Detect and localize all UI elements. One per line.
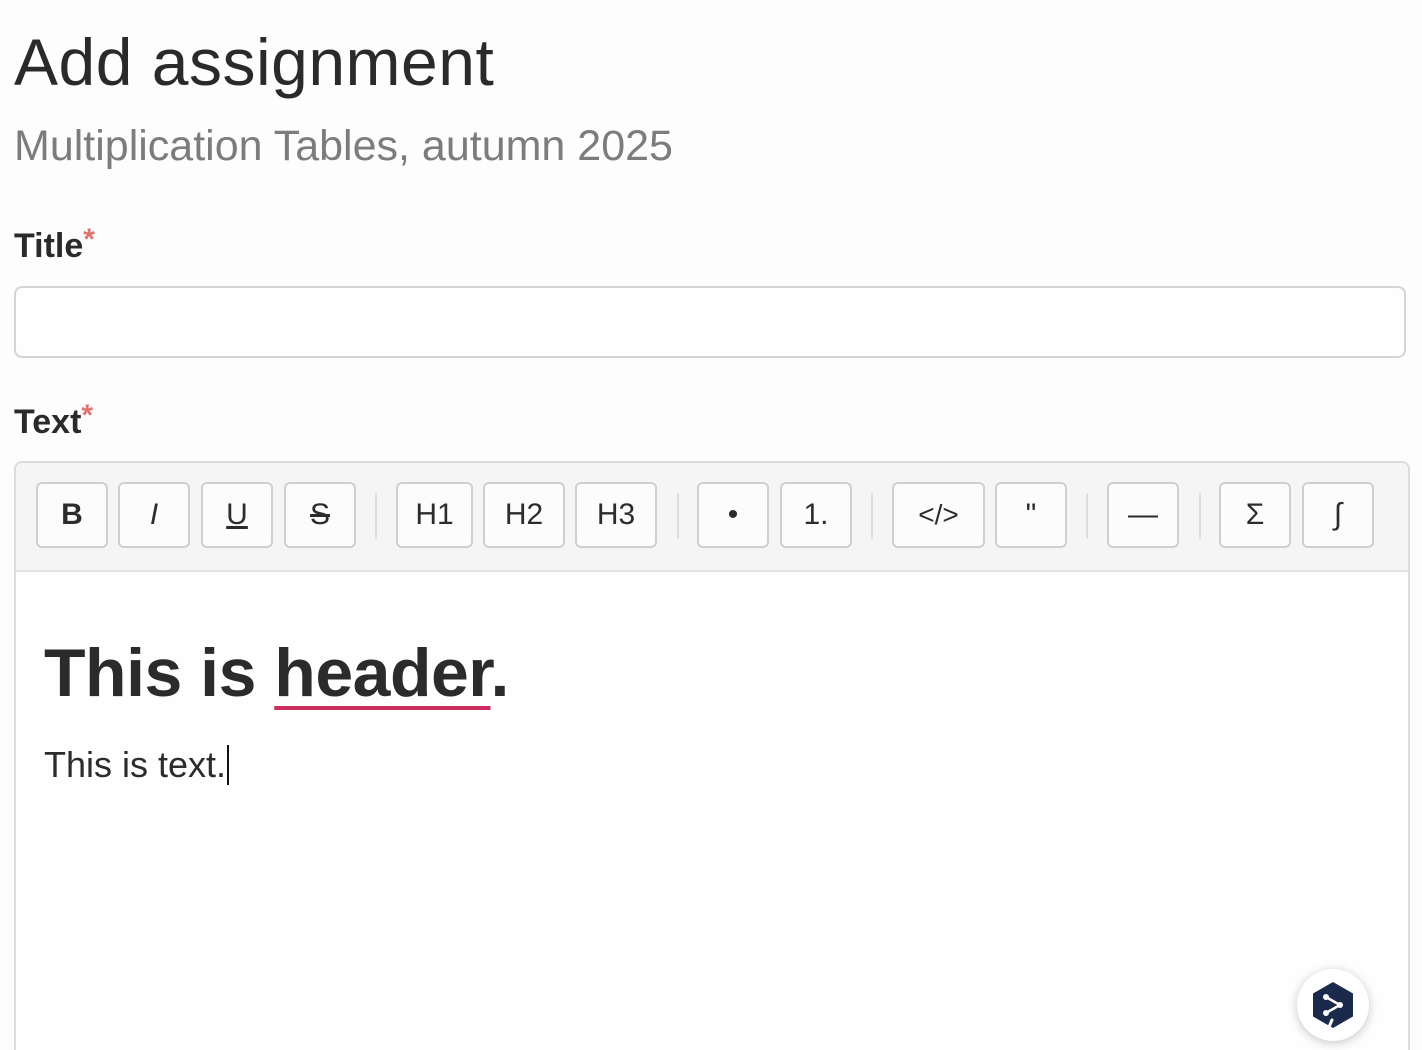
paragraph-text: This is text. (44, 744, 227, 785)
translate-assistant-button[interactable] (1297, 969, 1369, 1041)
heading-text-end: . (490, 635, 510, 711)
bold-button[interactable]: B (36, 482, 108, 548)
add-assignment-page: Add assignment Multiplication Tables, au… (0, 0, 1422, 1050)
content-paragraph: This is text. (44, 743, 1388, 787)
heading-text-start: This is (44, 635, 275, 711)
heading2-button[interactable]: H2 (483, 482, 565, 548)
underline-icon: U (226, 498, 248, 531)
code-icon: </> (918, 499, 959, 530)
heading1-icon: H1 (415, 498, 454, 531)
text-label-text: Text (14, 403, 82, 441)
strikethrough-icon: S (309, 498, 330, 531)
translate-assistant-icon (1313, 982, 1353, 1029)
strikethrough-button[interactable]: S (284, 482, 356, 548)
heading3-button[interactable]: H3 (575, 482, 657, 548)
toolbar-divider (1199, 493, 1201, 539)
sum-button[interactable]: Σ (1219, 482, 1291, 548)
page-subtitle: Multiplication Tables, autumn 2025 (14, 122, 673, 170)
code-button[interactable]: </> (892, 482, 985, 548)
heading1-button[interactable]: H1 (396, 482, 473, 548)
horizontal-rule-icon: — (1128, 498, 1158, 531)
toolbar-divider (677, 493, 679, 539)
quote-button[interactable]: " (995, 482, 1067, 548)
numbered-list-button[interactable]: 1. (780, 482, 852, 548)
sum-icon: Σ (1245, 498, 1265, 531)
text-required-marker: * (81, 399, 94, 432)
rich-text-editor: B I U S H1 H2 H3 • 1. </> " — Σ ∫ This i… (14, 461, 1410, 1050)
bullet-list-icon: • (727, 498, 739, 531)
editor-content[interactable]: This is header. This is text. (44, 633, 1388, 787)
title-input[interactable] (14, 286, 1406, 358)
content-heading: This is header. (44, 633, 1388, 713)
misspelled-word[interactable]: header (274, 635, 491, 711)
heading3-icon: H3 (596, 498, 636, 531)
underline-button[interactable]: U (201, 482, 273, 548)
toolbar-divider (871, 493, 873, 539)
quote-icon: " (1025, 498, 1037, 531)
text-label: Text* (14, 399, 94, 442)
title-required-marker: * (83, 223, 95, 256)
heading2-icon: H2 (504, 498, 544, 531)
italic-button[interactable]: I (118, 482, 190, 548)
numbered-list-icon: 1. (803, 498, 829, 531)
title-label-text: Title (14, 227, 84, 265)
integral-icon: ∫ (1333, 498, 1343, 531)
editor-toolbar: B I U S H1 H2 H3 • 1. </> " — Σ ∫ (16, 463, 1408, 572)
integral-button[interactable]: ∫ (1302, 482, 1374, 548)
title-label: Title* (14, 223, 95, 266)
toolbar-divider (375, 493, 377, 539)
bullet-list-button[interactable]: • (697, 482, 769, 548)
page-title: Add assignment (14, 25, 495, 99)
italic-icon: I (149, 498, 159, 531)
toolbar-divider (1086, 493, 1088, 539)
bold-icon: B (61, 498, 83, 531)
horizontal-rule-button[interactable]: — (1107, 482, 1179, 548)
text-cursor (227, 745, 230, 785)
